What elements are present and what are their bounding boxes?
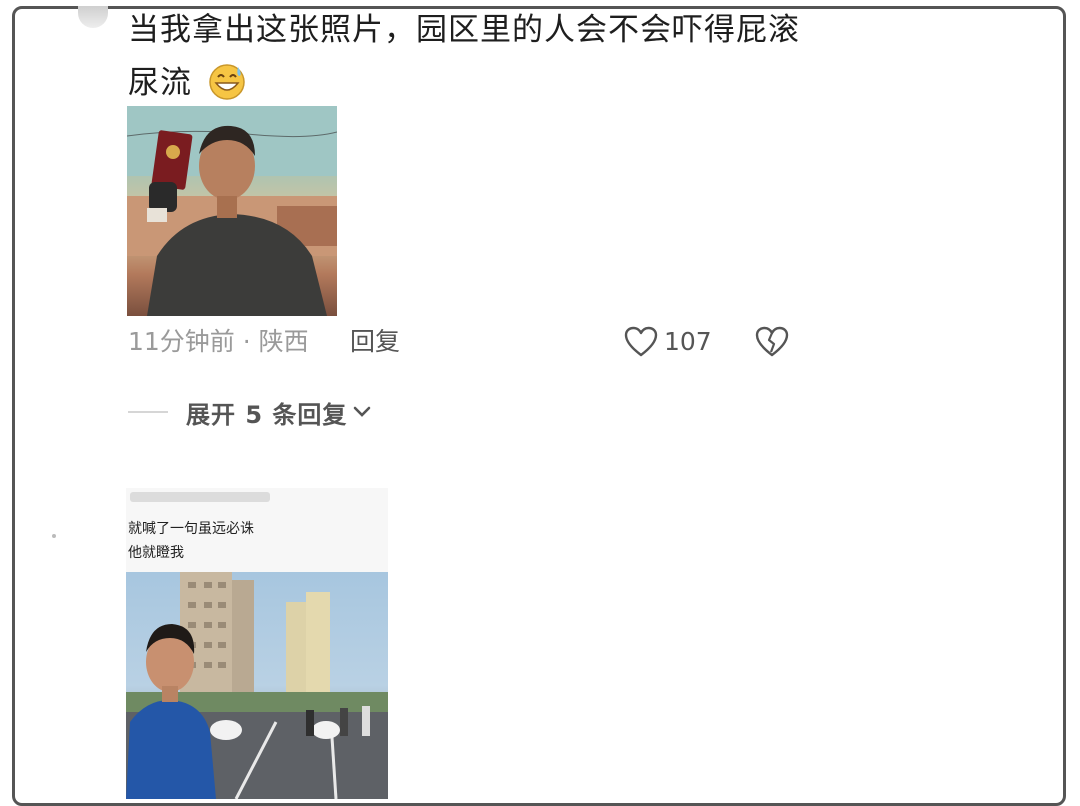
caption-line-2: 他就瞪我 xyxy=(128,545,184,561)
heart-icon xyxy=(624,326,658,357)
divider-line xyxy=(128,411,168,413)
grinning-sweat-emoji-icon xyxy=(209,64,245,100)
reply-image-thumbnail[interactable]: 就喊了一句虽远必诛 他就瞪我 xyxy=(126,488,388,799)
like-count: 107 xyxy=(664,327,712,356)
reply-button[interactable]: 回复 xyxy=(350,322,400,362)
chevron-down-icon xyxy=(354,406,371,417)
timestamp-location: 11分钟前 · 陕西 xyxy=(128,327,309,356)
caption-line-1: 就喊了一句虽远必诛 xyxy=(128,521,254,537)
expand-replies-button[interactable]: 展开 5 条回复 xyxy=(128,392,371,432)
street-scene-image xyxy=(126,572,388,799)
decorative-dot xyxy=(52,534,56,538)
street-photo xyxy=(126,572,388,799)
comment-body: 当我拿出这张照片，园区里的人会不会吓得屁滚尿流 xyxy=(128,4,808,110)
blurred-username xyxy=(130,492,270,502)
broken-heart-icon[interactable] xyxy=(754,326,790,358)
image-caption-area: 就喊了一句虽远必诛 他就瞪我 xyxy=(126,488,388,572)
comment-image-thumbnail[interactable] xyxy=(127,106,337,316)
like-button[interactable]: 107 xyxy=(624,322,712,362)
expand-replies-label: 展开 5 条回复 xyxy=(186,400,348,429)
comment-image xyxy=(127,106,337,316)
comment-meta-row: 11分钟前 · 陕西 回复 107 xyxy=(128,322,808,362)
